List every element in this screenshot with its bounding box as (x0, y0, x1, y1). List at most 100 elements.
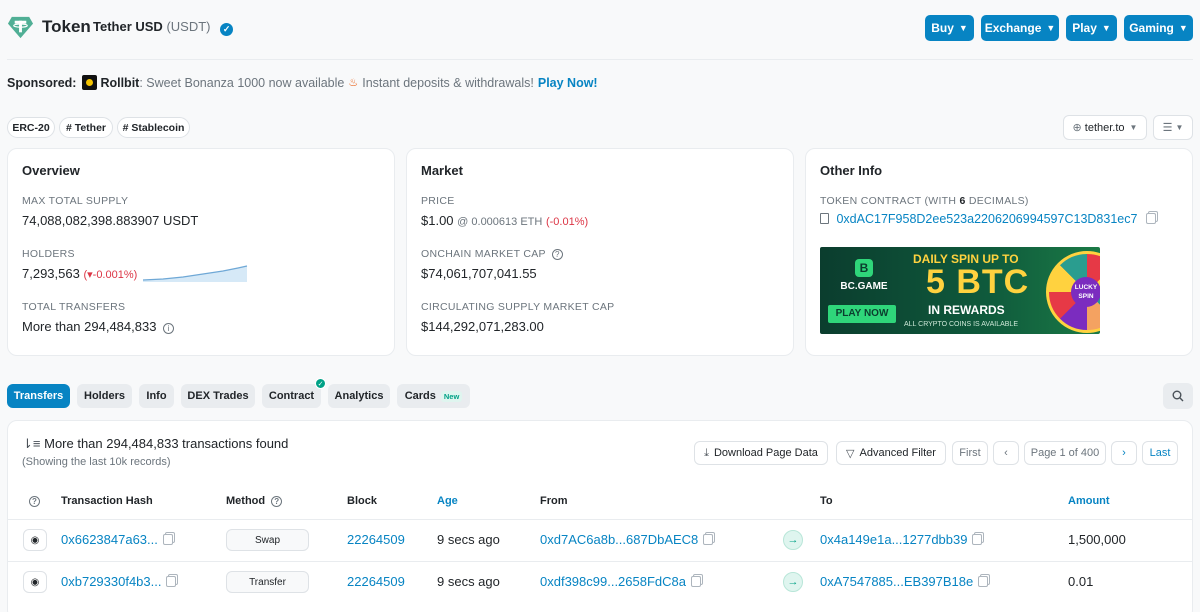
verified-check-icon: ✓ (220, 23, 234, 36)
transfers-value-row: More than 294,484,833 i (22, 319, 175, 334)
from-address-link[interactable]: 0xdf398c99...2658FdC8a (540, 574, 686, 589)
holders-value[interactable]: 7,293,563 (22, 266, 80, 281)
from-address-link[interactable]: 0xd7AC6a8b...687DbAEC8 (540, 532, 698, 547)
banner-play-button[interactable]: PLAY NOW (828, 305, 896, 323)
token-name: Tether USD (USDT) ✓ (93, 19, 234, 36)
row-preview-button[interactable]: ◉ (23, 571, 47, 593)
tab-holders[interactable]: Holders (77, 384, 132, 408)
chevron-right-icon: › (1122, 447, 1126, 459)
age-value: 9 secs ago (437, 574, 500, 589)
tab-cards-label: Cards (404, 390, 436, 402)
col-header-to: To (820, 495, 833, 507)
search-button[interactable] (1163, 383, 1193, 409)
results-summary-text: More than 294,484,833 transactions found (44, 436, 289, 451)
tab-analytics[interactable]: Analytics (328, 384, 390, 408)
transfers-value: More than 294,484,833 (22, 319, 157, 334)
transfers-label: TOTAL TRANSFERS (22, 301, 126, 313)
advanced-filter-button[interactable]: ▽ Advanced Filter (836, 441, 946, 465)
market-title: Market (421, 163, 463, 178)
contract-address-link[interactable]: 0xdAC17F958D2ee523a2206206994597C13D831e… (836, 212, 1137, 226)
more-options-dropdown[interactable]: ☰ ▼ (1153, 115, 1193, 140)
holders-change: (▾-0.001%) (83, 269, 138, 281)
table-divider (8, 561, 1192, 562)
globe-icon: ⊕ (1072, 122, 1082, 134)
next-page-button[interactable]: › (1111, 441, 1137, 465)
tag-tether[interactable]: # Tether (59, 117, 113, 138)
download-page-data-button[interactable]: ⤓ Download Page Data (694, 441, 828, 465)
page: Token Tether USD (USDT) ✓ Buy ▼ Exchange ▼… (0, 0, 1200, 612)
question-icon[interactable]: ? (551, 249, 563, 260)
tab-transfers[interactable]: Transfers (7, 384, 70, 408)
sponsored-cta-link[interactable]: Play Now! (538, 76, 598, 90)
table-row-hash: 0xb729330f4b3... (61, 574, 177, 589)
col-header-hash: Transaction Hash (61, 495, 153, 507)
row-preview-button[interactable]: ◉ (23, 529, 47, 551)
sponsored-label: Sponsored: (7, 75, 77, 90)
play-button[interactable]: Play ▼ (1066, 15, 1117, 41)
results-subtext: (Showing the last 10k records) (22, 456, 171, 468)
first-page-button[interactable]: First (952, 441, 988, 465)
banner-logo: B BC.GAME (832, 259, 896, 292)
buy-button[interactable]: Buy ▼ (925, 15, 974, 41)
from-address-row: 0xd7AC6a8b...687DbAEC8 (540, 532, 714, 547)
tx-hash-link[interactable]: 0xb729330f4b3... (61, 574, 161, 589)
banner-line2: 5 BTC (926, 263, 1030, 301)
page-indicator: Page 1 of 400 (1024, 441, 1106, 465)
holders-sparkline (143, 265, 248, 282)
market-card: Market PRICE $1.00 @ 0.000613 ETH (-0.01… (406, 148, 794, 356)
copy-icon[interactable] (166, 576, 177, 587)
tab-info[interactable]: Info (139, 384, 174, 408)
chevron-down-icon: ▼ (1046, 23, 1056, 33)
exchange-button[interactable]: Exchange ▼ (981, 15, 1059, 41)
tab-contract[interactable]: Contract (262, 384, 321, 408)
tag-erc20[interactable]: ERC-20 (7, 117, 55, 138)
price-value: $1.00 (421, 213, 454, 228)
last-page-button[interactable]: Last (1142, 441, 1178, 465)
copy-icon[interactable] (978, 576, 989, 587)
tx-hash-link[interactable]: 0x6623847a63... (61, 532, 158, 547)
gaming-button[interactable]: Gaming ▼ (1124, 15, 1193, 41)
chevron-down-icon: ▼ (958, 23, 968, 33)
info-column-header: ? (29, 495, 40, 507)
question-icon[interactable]: ? (271, 496, 283, 507)
onchain-cap-label: ONCHAIN MARKET CAP (421, 248, 546, 260)
site-link-dropdown[interactable]: ⊕ tether.to ▼ (1063, 115, 1147, 140)
copy-icon[interactable] (703, 534, 714, 545)
header-divider (7, 59, 1193, 60)
token-name-text: Tether USD (93, 19, 163, 34)
copy-icon[interactable] (1145, 213, 1156, 224)
to-address-link[interactable]: 0x4a149e1a...1277dbb39 (820, 532, 967, 547)
token-symbol: (USDT) (166, 19, 211, 34)
block-link[interactable]: 22264509 (347, 574, 405, 589)
download-icon: ⤓ (704, 446, 709, 459)
info-icon[interactable]: i (163, 323, 175, 334)
tag-stablecoin[interactable]: # Stablecoin (117, 117, 190, 138)
download-label: Download Page Data (713, 447, 818, 459)
fire-icon: ♨ (348, 77, 359, 89)
tab-cards[interactable]: Cards New (397, 384, 470, 408)
tab-dex-trades[interactable]: DEX Trades (181, 384, 255, 408)
question-icon[interactable]: ? (29, 496, 40, 507)
block-link[interactable]: 22264509 (347, 532, 405, 547)
to-address-link[interactable]: 0xA7547885...EB397B18e (820, 574, 973, 589)
banner-line3: IN REWARDS (928, 303, 1005, 317)
gaming-button-label: Gaming (1129, 21, 1174, 35)
list-icon: ☰ (1162, 122, 1173, 134)
sponsored-brand[interactable]: Rollbit (100, 76, 139, 90)
col-header-amount[interactable]: Amount (1068, 495, 1110, 507)
sponsored-text: : Sweet Bonanza 1000 now available (139, 75, 345, 90)
bcgame-banner-ad[interactable]: B BC.GAME PLAY NOW DAILY SPIN UP TO 5 BT… (820, 247, 1100, 334)
copy-icon[interactable] (972, 534, 983, 545)
bcgame-logo-icon: B (855, 259, 873, 277)
col-header-method-row: Method ? (226, 495, 283, 507)
prev-page-button[interactable]: ‹ (993, 441, 1019, 465)
col-header-age[interactable]: Age (437, 495, 458, 507)
page-title: Token (42, 17, 91, 36)
copy-icon[interactable] (691, 576, 701, 587)
sponsored-bar: Sponsored: Rollbit : Sweet Bonanza 1000 … (7, 75, 598, 90)
sponsored-text-2: Instant deposits & withdrawals! (362, 75, 534, 90)
eye-icon: ◉ (30, 576, 40, 588)
from-address-row: 0xdf398c99...2658FdC8a (540, 574, 701, 589)
table-divider (8, 519, 1192, 520)
copy-icon[interactable] (162, 534, 173, 545)
